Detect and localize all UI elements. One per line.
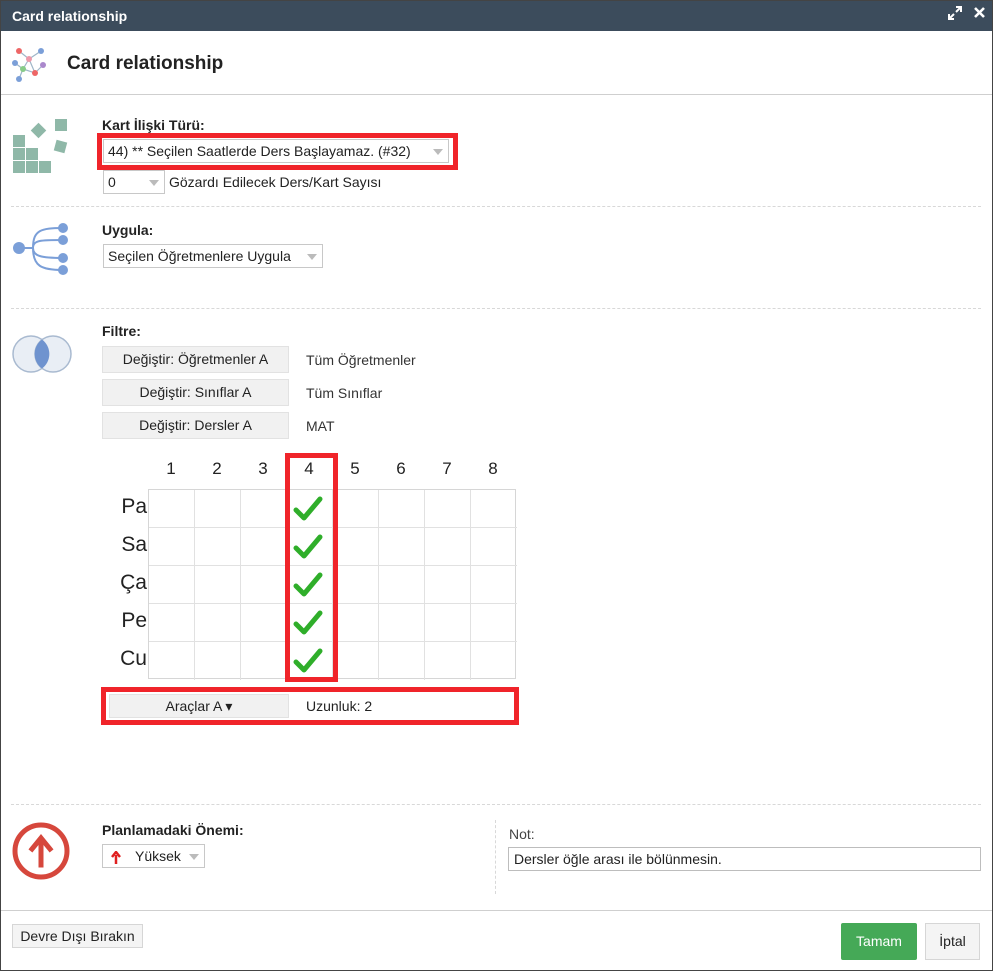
highlight-frame xyxy=(101,687,519,725)
timetable-cell[interactable] xyxy=(149,490,195,528)
timetable-cell[interactable] xyxy=(425,490,471,528)
section-divider xyxy=(11,308,981,309)
card-blocks-icon xyxy=(11,117,71,178)
dialog-header: Card relationship xyxy=(1,31,992,95)
arrow-up-icon xyxy=(110,849,122,871)
day-label: Pa xyxy=(121,495,147,518)
vertical-divider xyxy=(495,820,496,894)
timetable-cell[interactable] xyxy=(195,528,241,566)
period-header: 2 xyxy=(212,459,222,478)
timetable-cell[interactable] xyxy=(379,642,425,680)
change-subjects-button[interactable]: Değiştir: Dersler A xyxy=(102,412,289,439)
timetable-cell[interactable] xyxy=(195,604,241,642)
section-divider xyxy=(11,804,981,805)
network-graph-icon xyxy=(9,43,51,88)
importance-select[interactable]: Yüksek xyxy=(102,844,205,868)
period-header: 5 xyxy=(350,459,360,478)
highlight-frame xyxy=(285,453,338,682)
apply-value: Seçilen Öğretmenlere Uygula xyxy=(108,248,291,264)
timetable-cell[interactable] xyxy=(241,528,287,566)
cancel-button[interactable]: İptal xyxy=(925,923,980,960)
highlight-frame xyxy=(97,133,458,170)
apply-label: Uygula: xyxy=(102,222,154,238)
day-label: Pe xyxy=(121,609,147,632)
chevron-down-icon xyxy=(149,180,159,186)
chevron-down-icon xyxy=(307,254,317,260)
timetable-cell[interactable] xyxy=(379,604,425,642)
period-header: 1 xyxy=(166,459,176,478)
change-teachers-button[interactable]: Değiştir: Öğretmenler A xyxy=(102,346,289,373)
timetable-cell[interactable] xyxy=(425,566,471,604)
timetable-cell[interactable] xyxy=(379,566,425,604)
day-label: Sa xyxy=(121,533,147,556)
close-icon[interactable] xyxy=(970,6,988,24)
chevron-down-icon xyxy=(189,854,199,860)
timetable-cell[interactable] xyxy=(379,490,425,528)
section-divider xyxy=(11,206,981,207)
timetable-cell[interactable] xyxy=(241,566,287,604)
period-header: 7 xyxy=(442,459,452,478)
timetable-cell[interactable] xyxy=(333,566,379,604)
timetable-cell[interactable] xyxy=(471,566,517,604)
timetable-cell[interactable] xyxy=(195,642,241,680)
apply-select[interactable]: Seçilen Öğretmenlere Uygula xyxy=(103,244,323,268)
day-label: Ça xyxy=(120,571,147,594)
timetable-cell[interactable] xyxy=(241,604,287,642)
period-header: 3 xyxy=(258,459,268,478)
timetable-cell[interactable] xyxy=(333,604,379,642)
note-input[interactable]: Dersler öğle arası ile bölünmesin. xyxy=(508,847,981,871)
classes-filter-value: Tüm Sınıflar xyxy=(306,385,383,401)
timetable-cell[interactable] xyxy=(425,642,471,680)
ignore-count-value: 0 xyxy=(108,174,116,190)
timetable-cell[interactable] xyxy=(195,566,241,604)
footer-divider xyxy=(1,910,992,911)
timetable-cell[interactable] xyxy=(241,642,287,680)
window-title: Card relationship xyxy=(12,8,128,24)
ignore-count-label: Gözardı Edilecek Ders/Kart Sayısı xyxy=(169,174,382,190)
filter-venn-icon xyxy=(11,334,73,377)
apply-tree-icon xyxy=(11,220,71,283)
timetable-cell[interactable] xyxy=(333,528,379,566)
relation-type-label: Kart İlişki Türü: xyxy=(102,117,205,133)
change-classes-button[interactable]: Değiştir: Sınıflar A xyxy=(102,379,289,406)
timetable-cell[interactable] xyxy=(149,604,195,642)
timetable-cell[interactable] xyxy=(149,566,195,604)
timetable-cell[interactable] xyxy=(425,528,471,566)
arrow-up-icon xyxy=(11,821,71,884)
period-header: 6 xyxy=(396,459,406,478)
title-bar: Card relationship xyxy=(1,1,992,31)
timetable-cell[interactable] xyxy=(241,490,287,528)
filter-label: Filtre: xyxy=(102,323,141,339)
note-label: Not: xyxy=(509,826,535,842)
dialog-title: Card relationship xyxy=(67,53,224,74)
expand-icon[interactable] xyxy=(946,6,964,24)
timetable-cell[interactable] xyxy=(149,528,195,566)
card-relationship-dialog: Card relationship Card relationship Kart… xyxy=(0,0,993,971)
day-label: Cu xyxy=(120,647,147,670)
timetable-cell[interactable] xyxy=(333,642,379,680)
timetable-cell[interactable] xyxy=(471,528,517,566)
ignore-count-select[interactable]: 0 xyxy=(103,170,165,194)
teachers-filter-value: Tüm Öğretmenler xyxy=(306,352,416,368)
timetable-cell[interactable] xyxy=(471,490,517,528)
timetable-cell[interactable] xyxy=(471,642,517,680)
timetable-cell[interactable] xyxy=(471,604,517,642)
timetable-cell[interactable] xyxy=(425,604,471,642)
importance-value: Yüksek xyxy=(135,848,181,864)
timetable-cell[interactable] xyxy=(149,642,195,680)
disable-button[interactable]: Devre Dışı Bırakın xyxy=(12,924,143,948)
timetable-cell[interactable] xyxy=(195,490,241,528)
subjects-filter-value: MAT xyxy=(306,418,335,434)
timetable-cell[interactable] xyxy=(379,528,425,566)
ok-button[interactable]: Tamam xyxy=(841,923,917,960)
importance-label: Planlamadaki Önemi: xyxy=(102,822,244,838)
timetable-cell[interactable] xyxy=(333,490,379,528)
period-header: 8 xyxy=(488,459,498,478)
